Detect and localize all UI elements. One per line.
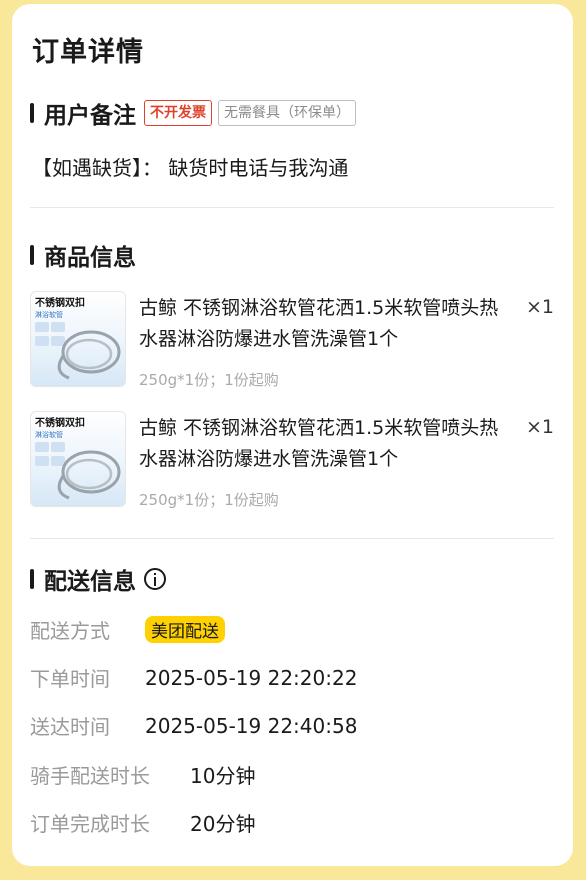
delivery-method-badge: 美团配送	[145, 616, 225, 643]
no-invoice-tag: 不开发票	[144, 100, 212, 126]
divider	[30, 538, 554, 539]
delivery-info-heading: 配送信息	[44, 569, 136, 595]
product-quantity: ×1	[525, 296, 554, 318]
user-remark-heading: 用户备注	[44, 103, 136, 129]
delivery-info-header: 配送信息	[30, 562, 166, 596]
arrival-time-label: 送达时间	[30, 715, 110, 739]
order-time-value: 2025-05-19 22:20:22	[145, 665, 358, 690]
feature-box	[35, 336, 49, 346]
order-time-label: 下单时间	[30, 667, 110, 691]
rider-duration-row: 骑手配送时长 10分钟	[30, 760, 255, 789]
product-name: 古鲸 不锈钢淋浴软管花洒1.5米软管喷头热水器淋浴防爆进水管洗澡管1个	[139, 417, 499, 470]
product-name: 古鲸 不锈钢淋浴软管花洒1.5米软管喷头热水器淋浴防爆进水管洗澡管1个	[139, 297, 499, 350]
product-quantity: ×1	[525, 416, 554, 438]
order-completion-value: 20分钟	[190, 812, 256, 836]
no-cutlery-tag: 无需餐具（环保单）	[218, 100, 356, 126]
feature-box	[35, 442, 49, 452]
product-spec: 250g*1份；1份起购	[139, 491, 279, 509]
info-icon[interactable]	[144, 568, 166, 590]
section-bar	[30, 569, 34, 589]
page-title: 订单详情	[32, 37, 144, 68]
section-bar	[30, 103, 34, 123]
product-image[interactable]: 不锈钢双扣 淋浴软管	[30, 411, 126, 507]
feature-box	[35, 456, 49, 466]
user-remark-header: 用户备注 不开发票 无需餐具（环保单）	[30, 96, 356, 130]
product-info-header: 商品信息	[30, 238, 136, 272]
delivery-method-label: 配送方式	[30, 619, 110, 643]
order-detail-card: 订单详情 用户备注 不开发票 无需餐具（环保单） 【如遇缺货】： 缺货时电话与我…	[12, 4, 573, 866]
product-image-title: 不锈钢双扣	[35, 298, 85, 309]
arrival-time-value: 2025-05-19 22:40:58	[145, 713, 358, 738]
divider	[30, 207, 554, 208]
product-info-heading: 商品信息	[44, 245, 136, 271]
product-spec: 250g*1份；1份起购	[139, 371, 279, 389]
hose-icon	[57, 450, 121, 500]
arrival-time-row: 送达时间 2025-05-19 22:40:58	[30, 711, 357, 740]
product-item[interactable]: 不锈钢双扣 淋浴软管 古鲸 不锈钢淋浴软管花洒1.5米软管喷头热水器淋浴防爆进水…	[30, 411, 554, 511]
order-time-row: 下单时间 2025-05-19 22:20:22	[30, 663, 357, 692]
rider-duration-label: 骑手配送时长	[30, 764, 150, 788]
product-image[interactable]: 不锈钢双扣 淋浴软管	[30, 291, 126, 387]
rider-duration-value: 10分钟	[190, 764, 256, 788]
order-completion-label: 订单完成时长	[30, 812, 150, 836]
product-item[interactable]: 不锈钢双扣 淋浴软管 古鲸 不锈钢淋浴软管花洒1.5米软管喷头热水器淋浴防爆进水…	[30, 291, 554, 391]
hose-icon	[57, 330, 121, 380]
remark-text: 【如遇缺货】： 缺货时电话与我沟通	[32, 156, 349, 180]
order-completion-row: 订单完成时长 20分钟	[30, 808, 255, 837]
section-bar	[30, 245, 34, 265]
delivery-method-row: 配送方式 美团配送	[30, 615, 225, 644]
product-image-title: 不锈钢双扣	[35, 418, 85, 429]
feature-box	[35, 322, 49, 332]
